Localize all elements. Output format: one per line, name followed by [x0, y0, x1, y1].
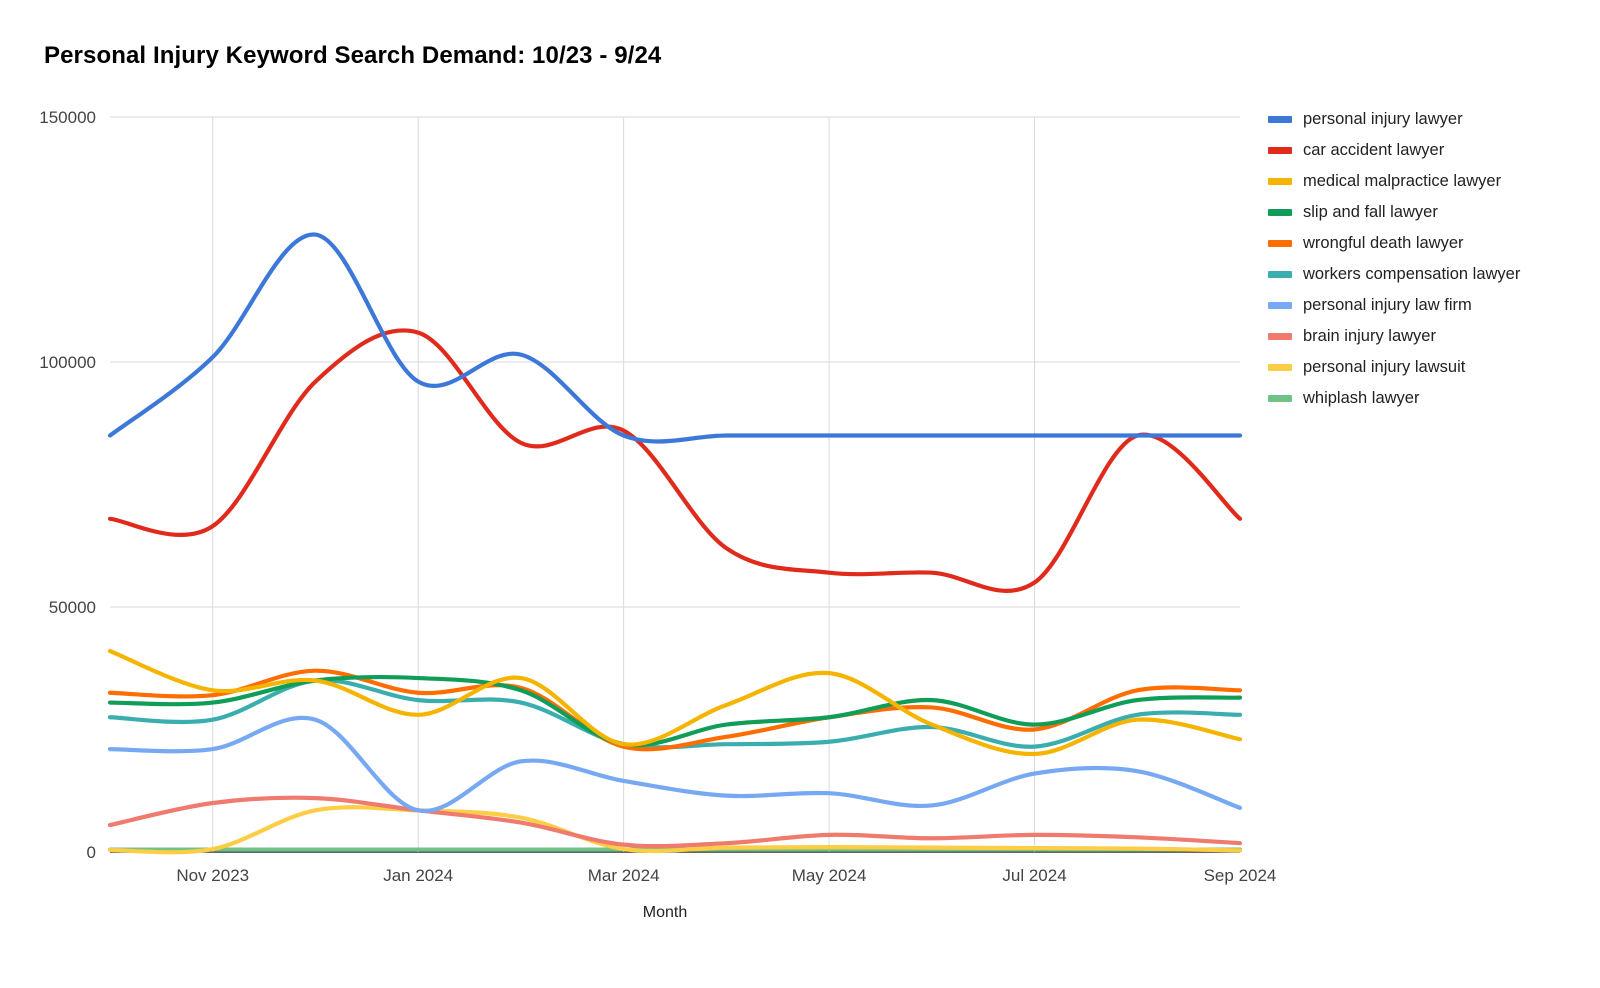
legend-item-label: brain injury lawyer: [1303, 327, 1436, 345]
x-axis-tick-label: Jul 2024: [1002, 866, 1066, 885]
legend-color-swatch: [1268, 364, 1292, 371]
x-axis-tick-label: Nov 2023: [176, 866, 249, 885]
y-axis-tick-label: 150000: [39, 108, 96, 127]
series-line: [107, 674, 1243, 748]
series-line: [107, 232, 1243, 444]
legend-item[interactable]: whiplash lawyer: [1268, 383, 1598, 414]
legend-item-label: workers compensation lawyer: [1303, 265, 1521, 283]
x-axis-tick-label: Mar 2024: [588, 866, 660, 885]
series-lines: [107, 232, 1243, 855]
legend-color-swatch: [1268, 178, 1292, 185]
legend-item[interactable]: personal injury lawyer: [1268, 104, 1598, 135]
series-line: [107, 328, 1243, 593]
legend-color-swatch: [1268, 116, 1292, 123]
legend-color-swatch: [1268, 209, 1292, 216]
y-axis-tick-label: 100000: [39, 353, 96, 372]
x-axis-tick-label: Sep 2024: [1204, 866, 1277, 885]
chart-legend: personal injury lawyer car accident lawye…: [1268, 104, 1598, 414]
x-axis-tick-label: Jan 2024: [383, 866, 453, 885]
x-axis-tick-labels: Nov 2023 Jan 2024 Mar 2024 May 2024 Jul 2024…: [176, 866, 1276, 885]
legend-item-label: personal injury law firm: [1303, 296, 1472, 314]
legend-item-label: wrongful death lawyer: [1303, 234, 1464, 252]
x-axis-title: Month: [643, 904, 687, 921]
legend-item-label: slip and fall lawyer: [1303, 203, 1438, 221]
y-axis-tick-label: 0: [87, 843, 96, 862]
legend-item[interactable]: personal injury lawsuit: [1268, 352, 1598, 383]
legend-item-label: medical malpractice lawyer: [1303, 172, 1502, 190]
legend-item[interactable]: car accident lawyer: [1268, 135, 1598, 166]
legend-color-swatch: [1268, 271, 1292, 278]
legend-color-swatch: [1268, 333, 1292, 340]
legend-item[interactable]: wrongful death lawyer: [1268, 228, 1598, 259]
x-axis-tick-label: May 2024: [792, 866, 867, 885]
legend-color-swatch: [1268, 395, 1292, 402]
legend-item-label: personal injury lawyer: [1303, 110, 1463, 128]
legend-color-swatch: [1268, 302, 1292, 309]
legend-color-swatch: [1268, 240, 1292, 247]
legend-item[interactable]: brain injury lawyer: [1268, 321, 1598, 352]
chart-container: Personal Injury Keyword Search Demand: 1…: [0, 0, 1600, 988]
legend-item[interactable]: medical malpractice lawyer: [1268, 166, 1598, 197]
legend-item[interactable]: slip and fall lawyer: [1268, 197, 1598, 228]
legend-item[interactable]: workers compensation lawyer: [1268, 259, 1598, 290]
legend-item[interactable]: personal injury law firm: [1268, 290, 1598, 321]
legend-color-swatch: [1268, 147, 1292, 154]
y-axis-tick-labels: 0 50000 100000 150000: [39, 108, 96, 862]
legend-item-label: whiplash lawyer: [1303, 389, 1420, 407]
legend-item-label: personal injury lawsuit: [1303, 358, 1466, 376]
y-axis-tick-label: 50000: [49, 598, 96, 617]
legend-item-label: car accident lawyer: [1303, 141, 1445, 159]
